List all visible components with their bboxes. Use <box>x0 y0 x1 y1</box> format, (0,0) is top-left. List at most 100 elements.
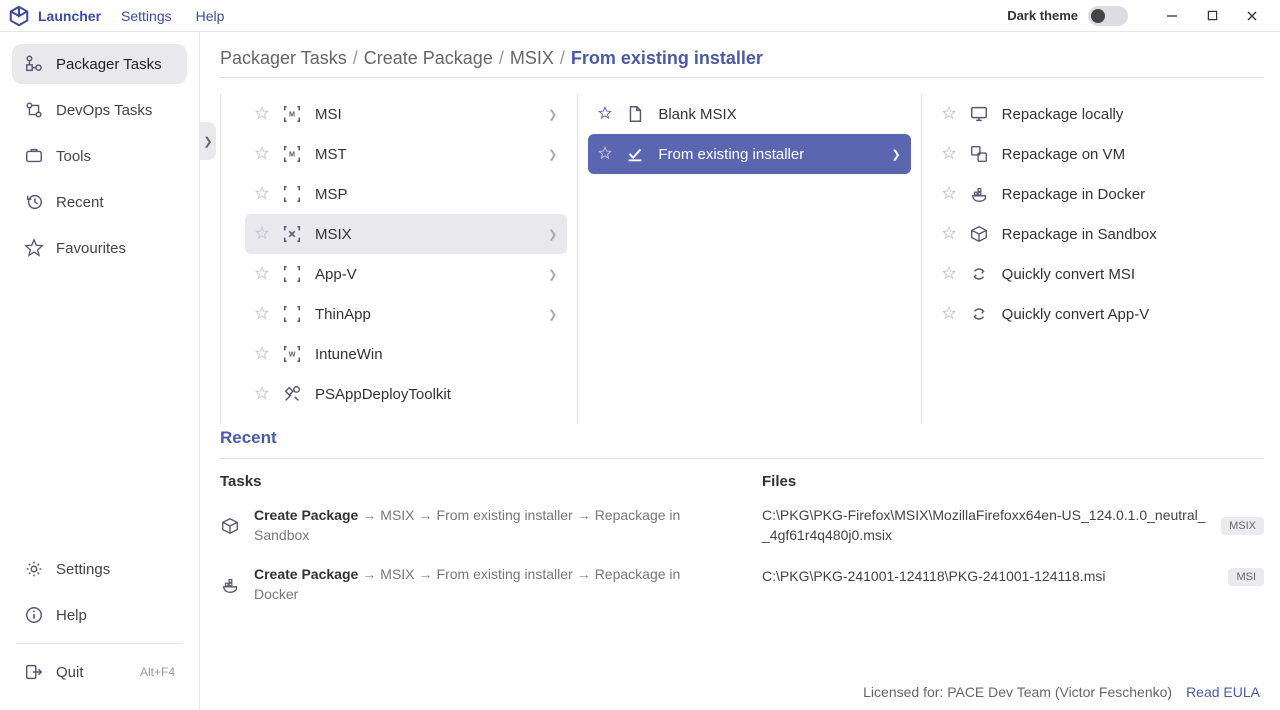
recent-task[interactable]: Create Package→MSIX→From existing instal… <box>220 506 722 545</box>
file-type-badge: MSIX <box>1221 517 1264 535</box>
option-label: IntuneWin <box>315 346 557 363</box>
sandbox-icon <box>968 223 990 245</box>
favourite-star-icon[interactable] <box>598 106 614 122</box>
recent-files-column: Files C:\PKG\PKG-Firefox\MSIX\MozillaFir… <box>762 473 1264 674</box>
option-repackage-locally[interactable]: Repackage locally <box>932 94 1254 134</box>
option-label: PSAppDeployToolkit <box>315 386 557 403</box>
nav-label: Help <box>56 607 87 624</box>
chevron-right-icon: ❯ <box>891 148 900 161</box>
nav-label: Favourites <box>56 240 126 257</box>
chevron-right-icon: ❯ <box>548 308 557 321</box>
gear-icon <box>24 559 44 579</box>
menu-help[interactable]: Help <box>196 8 225 24</box>
option-label: Repackage on VM <box>1002 146 1244 163</box>
bracketw-icon <box>281 343 303 365</box>
favourite-star-icon[interactable] <box>255 146 271 162</box>
option-label: Quickly convert App-V <box>1002 306 1244 323</box>
chevron-right-icon: ❯ <box>548 148 557 161</box>
option-label: App-V <box>315 266 548 283</box>
recent-task[interactable]: Create Package→MSIX→From existing instal… <box>220 565 722 604</box>
sidebar-item-help[interactable]: Help <box>12 595 187 635</box>
task-columns: MSI❯MST❯MSPMSIX❯App-V❯ThinApp❯IntuneWinP… <box>220 94 1264 424</box>
sidebar-item-recent[interactable]: Recent <box>12 182 187 222</box>
favourite-star-icon[interactable] <box>942 186 958 202</box>
app-logo-icon <box>8 5 30 27</box>
license-text: Licensed for: PACE Dev Team (Victor Fesc… <box>863 684 1172 700</box>
chevron-right-icon: ❯ <box>548 228 557 241</box>
option-msix[interactable]: MSIX❯ <box>245 214 567 254</box>
content: ❯ Packager Tasks/Create Package/MSIX/Fro… <box>200 32 1280 710</box>
favourite-star-icon[interactable] <box>255 266 271 282</box>
favourite-star-icon[interactable] <box>942 146 958 162</box>
star-icon <box>24 238 44 258</box>
option-label: ThinApp <box>315 306 548 323</box>
sandbox-icon <box>220 516 242 538</box>
favourite-star-icon[interactable] <box>942 266 958 282</box>
tools2-icon <box>281 383 303 405</box>
option-msp[interactable]: MSP <box>245 174 567 214</box>
favourite-star-icon[interactable] <box>942 306 958 322</box>
sidebar-item-favourites[interactable]: Favourites <box>12 228 187 268</box>
option-thinapp[interactable]: ThinApp❯ <box>245 294 567 334</box>
favourite-star-icon[interactable] <box>942 106 958 122</box>
option-app-v[interactable]: App-V❯ <box>245 254 567 294</box>
column-package-type: MSI❯MST❯MSPMSIX❯App-V❯ThinApp❯IntuneWinP… <box>220 94 577 424</box>
column-method: Repackage locally Repackage on VM Repackag… <box>922 94 1264 424</box>
option-label: Repackage in Sandbox <box>1002 226 1244 243</box>
favourite-star-icon[interactable] <box>255 226 271 242</box>
option-intunewin[interactable]: IntuneWin <box>245 334 567 374</box>
option-from-existing-installer[interactable]: From existing installer❯ <box>588 134 910 174</box>
option-quickly-convert-msi[interactable]: Quickly convert MSI <box>932 254 1254 294</box>
option-repackage-on-vm[interactable]: Repackage on VM <box>932 134 1254 174</box>
check-icon <box>624 143 646 165</box>
breadcrumb-segment[interactable]: Packager Tasks <box>220 48 347 68</box>
dark-theme-toggle[interactable] <box>1088 6 1128 26</box>
convert-icon <box>968 263 990 285</box>
favourite-star-icon[interactable] <box>255 186 271 202</box>
option-label: MST <box>315 146 548 163</box>
breadcrumb-segment[interactable]: Create Package <box>364 48 493 68</box>
breadcrumb-segment[interactable]: MSIX <box>510 48 554 68</box>
favourite-star-icon[interactable] <box>942 226 958 242</box>
sidebar-item-devops-tasks[interactable]: DevOps Tasks <box>12 90 187 130</box>
option-mst[interactable]: MST❯ <box>245 134 567 174</box>
nav-label: DevOps Tasks <box>56 102 152 119</box>
option-repackage-in-sandbox[interactable]: Repackage in Sandbox <box>932 214 1254 254</box>
recent-header: Recent <box>220 428 1264 448</box>
option-label: Quickly convert MSI <box>1002 266 1244 283</box>
sidebar-item-packager-tasks[interactable]: Packager Tasks <box>12 44 187 84</box>
minimize-button[interactable] <box>1152 2 1192 30</box>
task-path: Create Package→MSIX→From existing instal… <box>254 565 722 604</box>
docker-icon <box>968 183 990 205</box>
option-label: Repackage locally <box>1002 106 1244 123</box>
recent-file[interactable]: C:\PKG\PKG-241001-124118\PKG-241001-1241… <box>762 567 1264 587</box>
menu-settings[interactable]: Settings <box>121 8 172 24</box>
recent-file[interactable]: C:\PKG\PKG-Firefox\MSIX\MozillaFirefoxx6… <box>762 506 1264 545</box>
sidebar-item-settings[interactable]: Settings <box>12 549 187 589</box>
option-repackage-in-docker[interactable]: Repackage in Docker <box>932 174 1254 214</box>
favourite-star-icon[interactable] <box>255 106 271 122</box>
option-quickly-convert-app-v[interactable]: Quickly convert App-V <box>932 294 1254 334</box>
nav-label: Packager Tasks <box>56 56 162 73</box>
option-label: MSI <box>315 106 548 123</box>
tools-icon <box>24 146 44 166</box>
option-psappdeploytoolkit[interactable]: PSAppDeployToolkit <box>245 374 567 414</box>
favourite-star-icon[interactable] <box>255 306 271 322</box>
app-name: Launcher <box>38 8 101 24</box>
maximize-button[interactable] <box>1192 2 1232 30</box>
task-path: Create Package→MSIX→From existing instal… <box>254 506 722 545</box>
sidebar-item-tools[interactable]: Tools <box>12 136 187 176</box>
favourite-star-icon[interactable] <box>255 346 271 362</box>
expand-handle[interactable]: ❯ <box>200 122 216 160</box>
read-eula-link[interactable]: Read EULA <box>1186 684 1260 700</box>
favourite-star-icon[interactable] <box>255 386 271 402</box>
devops-icon <box>24 100 44 120</box>
titlebar: Launcher Settings Help Dark theme <box>0 0 1280 32</box>
close-button[interactable] <box>1232 2 1272 30</box>
option-msi[interactable]: MSI❯ <box>245 94 567 134</box>
option-blank-msix[interactable]: Blank MSIX <box>588 94 910 134</box>
favourite-star-icon[interactable] <box>598 146 614 162</box>
sidebar-item-quit[interactable]: QuitAlt+F4 <box>12 652 187 692</box>
nav-label: Quit <box>56 664 84 681</box>
option-label: Repackage in Docker <box>1002 186 1244 203</box>
